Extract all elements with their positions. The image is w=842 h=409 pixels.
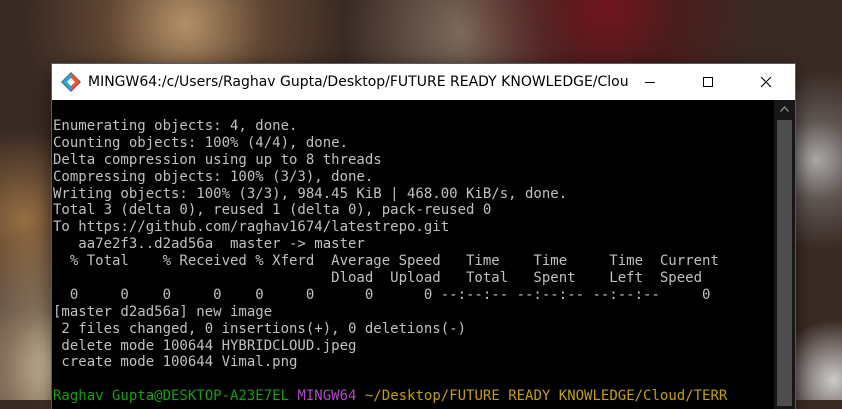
minimize-button[interactable] — [621, 64, 679, 100]
terminal-line: 2 files changed, 0 insertions(+), 0 dele… — [53, 320, 467, 337]
terminal-output[interactable]: Enumerating objects: 4, done. Counting o… — [52, 100, 774, 409]
prompt-user-host: Raghav Gupta@DESKTOP-A23E7EL — [53, 388, 290, 405]
terminal-window: MINGW64:/c/Users/Raghav Gupta/Desktop/FU… — [52, 64, 795, 409]
maximize-button[interactable] — [679, 64, 737, 100]
scrollbar-thumb[interactable] — [777, 120, 792, 406]
prompt-path: ~/Desktop/FUTURE READY KNOWLEDGE/Cloud/T… — [364, 388, 728, 405]
scroll-up-button[interactable] — [774, 100, 795, 117]
close-button[interactable] — [737, 64, 795, 100]
window-title: MINGW64:/c/Users/Raghav Gupta/Desktop/FU… — [88, 74, 628, 90]
maximize-icon — [703, 77, 713, 87]
scroll-up-arrow-icon — [780, 105, 789, 112]
window-controls — [621, 64, 795, 100]
minimize-icon — [645, 82, 655, 83]
terminal-line: % Total % Received % Xferd Average Speed… — [53, 253, 719, 270]
terminal-line: To https://github.com/raghav1674/latestr… — [53, 219, 450, 236]
terminal-line: Compressing objects: 100% (3/3), done. — [53, 168, 374, 185]
terminal-line: Delta compression using up to 8 threads — [53, 151, 382, 168]
title-bar[interactable]: MINGW64:/c/Users/Raghav Gupta/Desktop/FU… — [52, 64, 795, 100]
terminal-line: Dload Upload Total Spent Left Speed — [53, 270, 703, 287]
terminal-line: [master d2ad56a] new image — [53, 303, 273, 320]
terminal-line: aa7e2f3..d2ad56a master -> master — [53, 236, 365, 253]
terminal-line: delete mode 100644 HYBRIDCLOUD.jpeg — [53, 337, 357, 354]
vertical-scrollbar[interactable] — [774, 100, 795, 409]
terminal-line: Enumerating objects: 4, done. — [53, 118, 298, 134]
git-bash-icon — [61, 72, 81, 92]
terminal-line: Counting objects: 100% (4/4), done. — [53, 134, 349, 151]
terminal-line: create mode 100644 Vimal.png — [53, 354, 298, 371]
prompt-shell: MINGW64 — [297, 388, 357, 405]
terminal-line: Total 3 (delta 0), reused 1 (delta 0), p… — [53, 202, 492, 219]
terminal-line: 0 0 0 0 0 0 0 0 --:--:-- --:--:-- --:--:… — [53, 286, 711, 303]
close-icon — [760, 76, 772, 88]
terminal-line: Writing objects: 100% (3/3), 984.45 KiB … — [53, 185, 568, 202]
terminal-prompt: Raghav Gupta@DESKTOP-A23E7EL MINGW64 ~/D… — [53, 388, 774, 405]
